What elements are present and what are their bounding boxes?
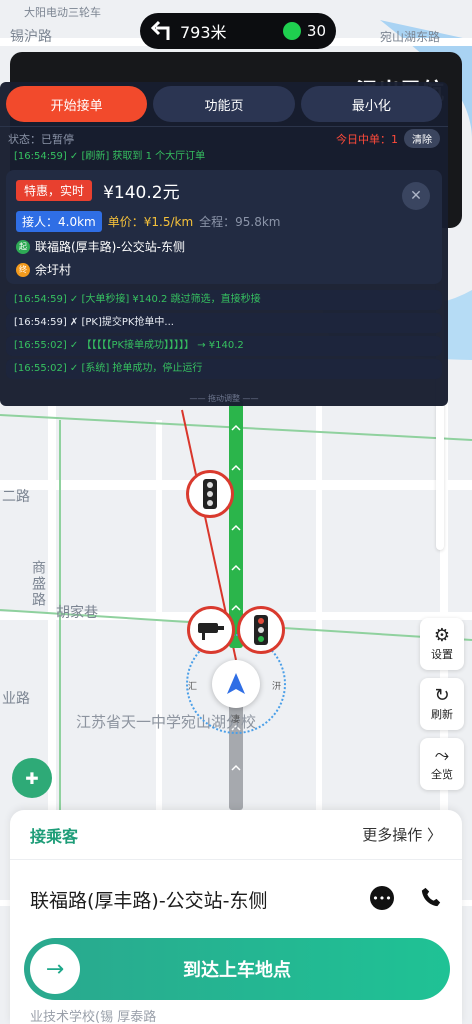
pickup-address: 联福路(厚丰路)-公交站-东侧 xyxy=(30,889,268,912)
overview-label: 全览 xyxy=(431,768,453,781)
turn-distance: 793米 xyxy=(180,23,227,42)
refresh-button[interactable]: ↻ 刷新 xyxy=(420,678,464,730)
map-label-road-right: 宛山湖东路 xyxy=(380,30,441,44)
function-page-button[interactable]: 功能页 xyxy=(153,86,295,122)
map-label-shop: 大阳电动三轮车 xyxy=(24,6,101,19)
phone-icon[interactable] xyxy=(420,886,442,912)
status-row: 状态：已暂停 今日中单：1 清除 xyxy=(0,126,448,150)
pickup-card: 接乘客 更多操作 〉 联福路(厚丰路)-公交站-东侧 ••• → 到达上车地点 xyxy=(10,810,462,1024)
pickup-distance: 接人：4.0km xyxy=(16,211,102,232)
shield-icon: ✚ xyxy=(25,768,39,788)
start-address: 联福路(厚丰路)-公交站-东侧 xyxy=(35,240,186,254)
log-line: [16:55:02] ✓ 【【【【【PK接单成功】】】】】 → ¥140.2 xyxy=(6,336,442,356)
direction-label-right: 汧 xyxy=(272,682,282,692)
map-label-street: 锡沪路 xyxy=(10,29,52,45)
close-icon[interactable]: ✕ xyxy=(402,182,430,210)
traffic-light-icon xyxy=(237,606,285,654)
safety-shield-button[interactable]: ✚ xyxy=(12,758,52,798)
pickup-title: 接乘客 xyxy=(30,826,79,846)
log-line: [16:54:59] ✓ [大单秒接] ¥140.2 跳过筛选，直接秒接 xyxy=(6,290,442,310)
speed-camera-icon xyxy=(187,606,235,654)
refresh-label: 刷新 xyxy=(431,708,453,721)
turn-left-arrow-icon xyxy=(150,18,174,44)
log-line: [16:54:59] ✗ [PK]提交PK抢单中... xyxy=(6,313,442,333)
direction-label-left: 汇 xyxy=(188,682,198,692)
map-label-hujia: 胡家巷 xyxy=(56,605,98,621)
map-label-bottom-street: 业技术学校(锡 厚泰路 xyxy=(30,1010,157,1024)
total-distance: 全程：95.8km xyxy=(199,215,281,229)
gear-icon: ⚙ xyxy=(433,625,451,646)
start-pin-icon: 起 xyxy=(16,239,30,254)
order-type-badge: 特惠，实时 xyxy=(16,180,93,201)
start-accepting-button[interactable]: 开始接单 xyxy=(6,86,148,122)
map-label-school: 江苏省天一中学宛山湖分校 xyxy=(76,713,257,731)
settings-button[interactable]: ⚙ 设置 xyxy=(420,618,464,670)
more-actions-link[interactable]: 更多操作 〉 xyxy=(362,824,442,845)
direction-label-bottom: 凄 xyxy=(231,715,241,725)
arrive-pickup-button[interactable]: → 到达上车地点 xyxy=(24,938,450,1000)
arrive-button-label: 到达上车地点 xyxy=(183,960,291,981)
traffic-light-count-icon xyxy=(282,22,301,40)
clear-button[interactable]: 清除 xyxy=(404,129,440,148)
arrow-right-icon: → xyxy=(30,944,80,994)
today-orders: 今日中单：1 xyxy=(336,132,398,146)
map-label-road-ye: 业路 xyxy=(2,691,30,707)
map-label-shangsheng: 商盛路 xyxy=(30,560,46,608)
end-pin-icon: 终 xyxy=(16,262,30,277)
drag-handle[interactable]: —— 拖动调整 —— xyxy=(0,393,448,404)
log-line: [16:54:59] ✓ [刷新] 获取到 1 个大厅订单 xyxy=(14,151,206,162)
end-address: 余圩村 xyxy=(35,263,72,277)
car-position-icon xyxy=(212,660,260,708)
traffic-light-count: 30 xyxy=(306,22,326,40)
minimize-button[interactable]: 最小化 xyxy=(300,86,442,122)
log-line: [16:55:02] ✓ [系统] 抢单成功，停止运行 xyxy=(6,359,442,379)
map-label-road: 二路 xyxy=(2,489,30,505)
settings-label: 设置 xyxy=(431,648,453,661)
traffic-light-icon xyxy=(186,470,234,518)
order-card[interactable]: 特惠，实时 ¥140.2元 接人：4.0km 单价：¥1.5/km 全程：95.… xyxy=(6,170,442,284)
unit-price: 单价：¥1.5/km xyxy=(107,215,194,229)
turn-instruction-pill: 793米 30 xyxy=(140,13,336,49)
overlay-tabs: 开始接单 功能页 最小化 xyxy=(0,82,448,126)
overview-button[interactable]: ⤳ 全览 xyxy=(420,738,464,790)
order-grab-overlay[interactable]: 开始接单 功能页 最小化 状态：已暂停 今日中单：1 清除 [16:54:59]… xyxy=(0,82,448,406)
refresh-icon: ↻ xyxy=(434,685,450,706)
order-price: ¥140.2元 xyxy=(103,183,180,203)
run-status: 状态：已暂停 xyxy=(8,132,74,146)
route-overview-icon: ⤳ xyxy=(434,745,450,766)
message-icon[interactable]: ••• xyxy=(370,886,394,910)
